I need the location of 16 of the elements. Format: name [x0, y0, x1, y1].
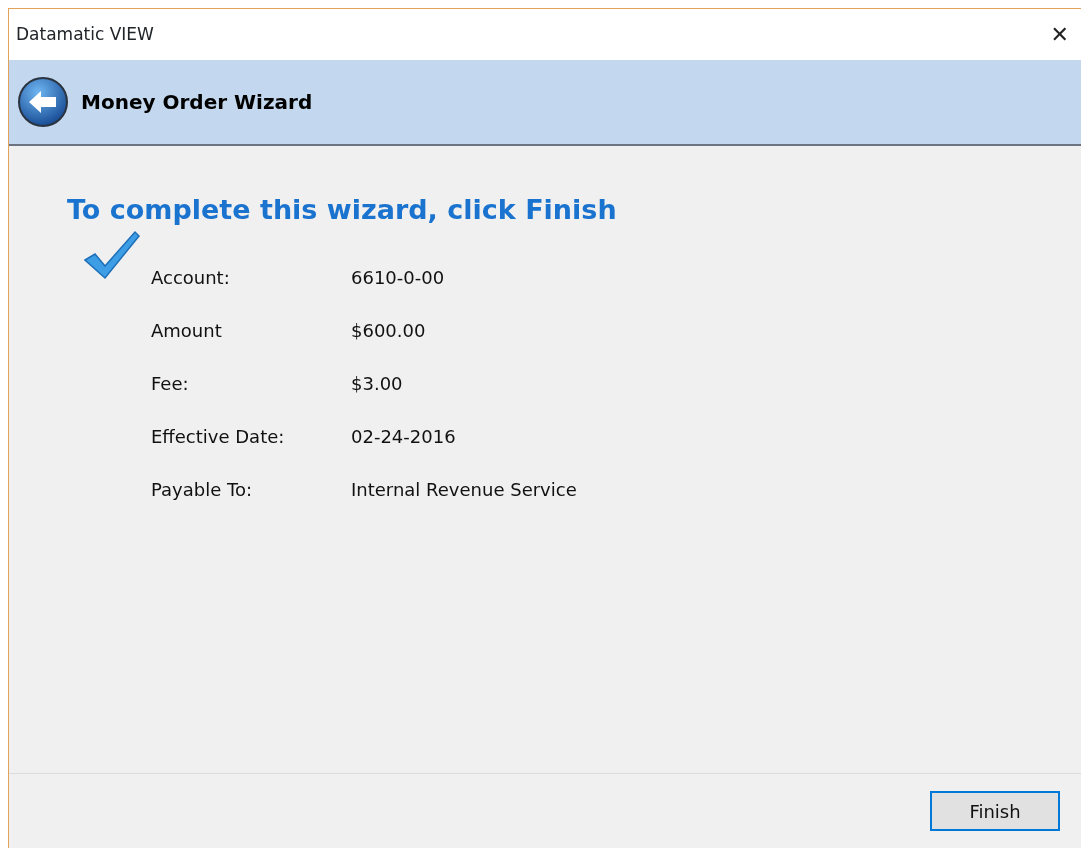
wizard-title: Money Order Wizard — [81, 89, 313, 116]
field-value: 02-24-2016 — [351, 425, 457, 450]
field-value: $3.00 — [351, 372, 404, 397]
field-value: $600.00 — [351, 319, 427, 344]
field-label: Account: — [151, 266, 231, 291]
field-label: Amount — [151, 319, 223, 344]
checkmark-icon — [83, 230, 141, 281]
window-title: Datamatic VIEW — [16, 22, 154, 46]
close-button[interactable]: ✕ — [1046, 23, 1073, 46]
field-value: 6610-0-00 — [351, 266, 446, 291]
finish-button[interactable]: Finish — [930, 791, 1060, 831]
field-label: Payable To: — [151, 478, 253, 503]
field-label: Fee: — [151, 372, 190, 397]
heading: To complete this wizard, click Finish — [67, 194, 618, 227]
field-value: Internal Revenue Service — [351, 478, 577, 503]
field-label: Effective Date: — [151, 425, 286, 450]
